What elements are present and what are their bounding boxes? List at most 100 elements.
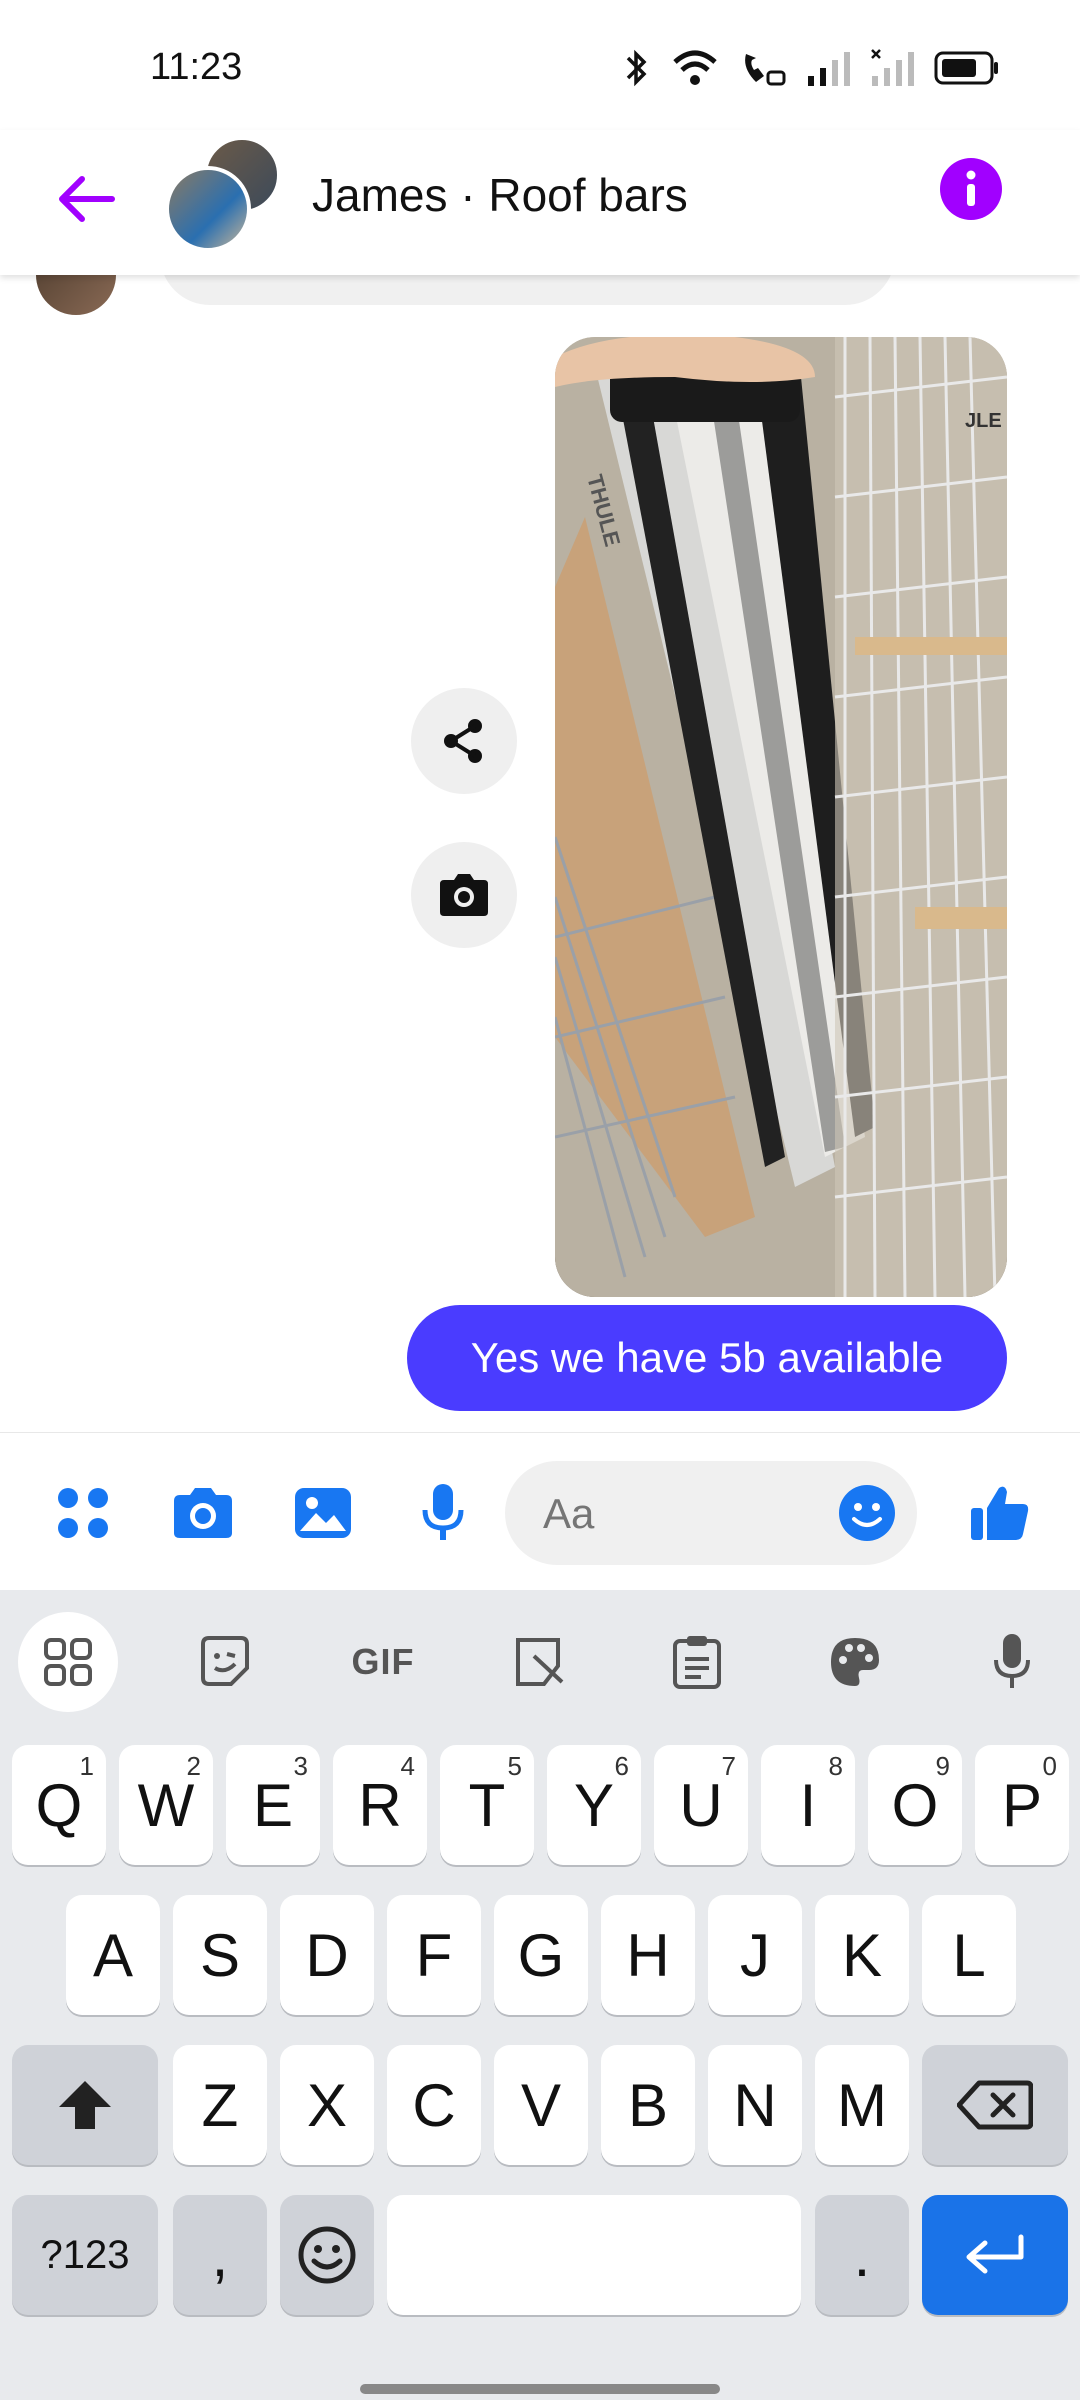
key-a[interactable]: A bbox=[66, 1895, 160, 2015]
keyboard: G I F Q 1 W 2 E 3 R 4 T 5 Y 6 U 7 I 8 O 9 … bbox=[0, 1590, 1080, 2400]
key-g[interactable]: G bbox=[494, 1895, 588, 2015]
gallery-button[interactable] bbox=[288, 1478, 358, 1548]
key-l[interactable]: L bbox=[922, 1895, 1016, 2015]
key-w[interactable]: W2 bbox=[119, 1745, 213, 1865]
message-input[interactable] bbox=[541, 1461, 825, 1567]
shift-icon bbox=[59, 2081, 111, 2129]
key-label: M bbox=[837, 2071, 887, 2139]
sent-message-bubble[interactable]: Yes we have 5b available bbox=[407, 1305, 1007, 1411]
key-hint: 0 bbox=[1042, 1751, 1057, 1781]
voice-button[interactable] bbox=[408, 1478, 478, 1548]
key-m[interactable]: M bbox=[815, 2045, 909, 2165]
key-h[interactable]: H bbox=[601, 1895, 695, 2015]
conversation-header: James · Roof bars bbox=[0, 130, 1080, 275]
sent-photo[interactable]: THULE JLE bbox=[555, 337, 1007, 1297]
key-v[interactable]: V bbox=[494, 2045, 588, 2165]
key-z[interactable]: Z bbox=[173, 2045, 267, 2165]
key-label: Z bbox=[201, 2071, 239, 2139]
key-o[interactable]: O9 bbox=[868, 1745, 962, 1865]
info-button[interactable] bbox=[940, 158, 1002, 220]
info-icon bbox=[966, 170, 976, 206]
key-q[interactable]: Q1 bbox=[12, 1745, 106, 1865]
key-label: L bbox=[952, 1921, 986, 1989]
apps-button[interactable] bbox=[18, 1612, 118, 1712]
more-actions-button[interactable] bbox=[48, 1478, 118, 1548]
sticker-button[interactable] bbox=[175, 1612, 275, 1712]
key-label: J bbox=[740, 1921, 770, 1989]
palette-icon bbox=[831, 1638, 879, 1686]
back-button[interactable] bbox=[52, 164, 122, 234]
image-icon bbox=[295, 1488, 351, 1538]
like-button[interactable] bbox=[965, 1478, 1035, 1548]
key-label: D bbox=[305, 1921, 349, 1989]
key-x[interactable]: X bbox=[280, 2045, 374, 2165]
key-label: S bbox=[199, 1921, 241, 1989]
sticker-icon bbox=[201, 1636, 249, 1686]
space-key[interactable] bbox=[387, 2195, 801, 2315]
keyboard-toolbar: GIF bbox=[0, 1590, 1080, 1720]
clipboard-icon bbox=[673, 1636, 721, 1689]
key-d[interactable]: D bbox=[280, 1895, 374, 2015]
share-button[interactable] bbox=[411, 688, 517, 794]
key-label: C bbox=[412, 2071, 456, 2139]
key-label: V bbox=[520, 2071, 562, 2139]
emoji-button[interactable] bbox=[837, 1483, 897, 1543]
key-t[interactable]: T5 bbox=[440, 1745, 534, 1865]
key-f[interactable]: F bbox=[387, 1895, 481, 2015]
theme-button[interactable] bbox=[805, 1612, 905, 1712]
key-label: G bbox=[517, 1921, 565, 1989]
key-j[interactable]: J bbox=[708, 1895, 802, 2015]
key-hint: 3 bbox=[293, 1751, 308, 1781]
key-e[interactable]: E3 bbox=[226, 1745, 320, 1865]
comma-key[interactable]: , bbox=[173, 2195, 267, 2315]
clipboard-button[interactable] bbox=[647, 1612, 747, 1712]
key-r[interactable]: R4 bbox=[333, 1745, 427, 1865]
translate-button[interactable] bbox=[490, 1612, 590, 1712]
enter-key[interactable] bbox=[922, 2195, 1068, 2315]
key-y[interactable]: Y6 bbox=[547, 1745, 641, 1865]
message-field[interactable] bbox=[505, 1461, 917, 1567]
key-hint: 8 bbox=[828, 1751, 843, 1781]
key-u[interactable]: U7 bbox=[654, 1745, 748, 1865]
camera-button[interactable] bbox=[168, 1478, 238, 1548]
backspace-icon bbox=[957, 2080, 1033, 2130]
key-c[interactable]: C bbox=[387, 2045, 481, 2165]
previous-message-bubble[interactable] bbox=[160, 275, 895, 305]
voice-typing-button[interactable] bbox=[962, 1612, 1062, 1712]
conversation-title[interactable]: James · Roof bars bbox=[312, 168, 688, 222]
shift-key[interactable] bbox=[12, 2045, 158, 2165]
key-n[interactable]: N bbox=[708, 2045, 802, 2165]
key-label: P bbox=[1001, 1771, 1043, 1839]
message-list[interactable]: THULE JLE Yes we have 5b available bbox=[0, 275, 1080, 1430]
camera-reply-button[interactable] bbox=[411, 842, 517, 948]
note-icon bbox=[516, 1638, 564, 1686]
key-hint: 2 bbox=[186, 1751, 201, 1781]
key-b[interactable]: B bbox=[601, 2045, 695, 2165]
key-s[interactable]: S bbox=[173, 1895, 267, 2015]
key-label: N bbox=[733, 2071, 777, 2139]
key-hint: 1 bbox=[79, 1751, 94, 1781]
microphone-icon bbox=[422, 1484, 464, 1540]
period-key[interactable]: . bbox=[815, 2195, 909, 2315]
status-time: 11:23 bbox=[150, 46, 243, 88]
key-p[interactable]: P0 bbox=[975, 1745, 1069, 1865]
emoji-key[interactable] bbox=[280, 2195, 374, 2315]
gif-button[interactable]: GIF bbox=[333, 1612, 433, 1712]
home-indicator[interactable] bbox=[360, 2384, 720, 2394]
group-avatar[interactable] bbox=[165, 136, 285, 256]
key-label: I bbox=[799, 1771, 817, 1839]
key-label: U bbox=[679, 1771, 723, 1839]
status-icons bbox=[620, 48, 1000, 93]
wifi-icon bbox=[670, 48, 720, 93]
key-k[interactable]: K bbox=[815, 1895, 909, 2015]
symbols-key[interactable]: ?123 bbox=[12, 2195, 158, 2315]
wifi-calling-icon bbox=[738, 48, 788, 93]
key-label: H bbox=[626, 1921, 670, 1989]
key-label: ?123 bbox=[40, 2232, 130, 2277]
signal-icon bbox=[806, 48, 852, 93]
bluetooth-icon bbox=[620, 48, 652, 93]
camera-icon bbox=[174, 1488, 232, 1538]
backspace-key[interactable] bbox=[922, 2045, 1068, 2165]
key-i[interactable]: I8 bbox=[761, 1745, 855, 1865]
microphone-icon bbox=[994, 1634, 1030, 1688]
